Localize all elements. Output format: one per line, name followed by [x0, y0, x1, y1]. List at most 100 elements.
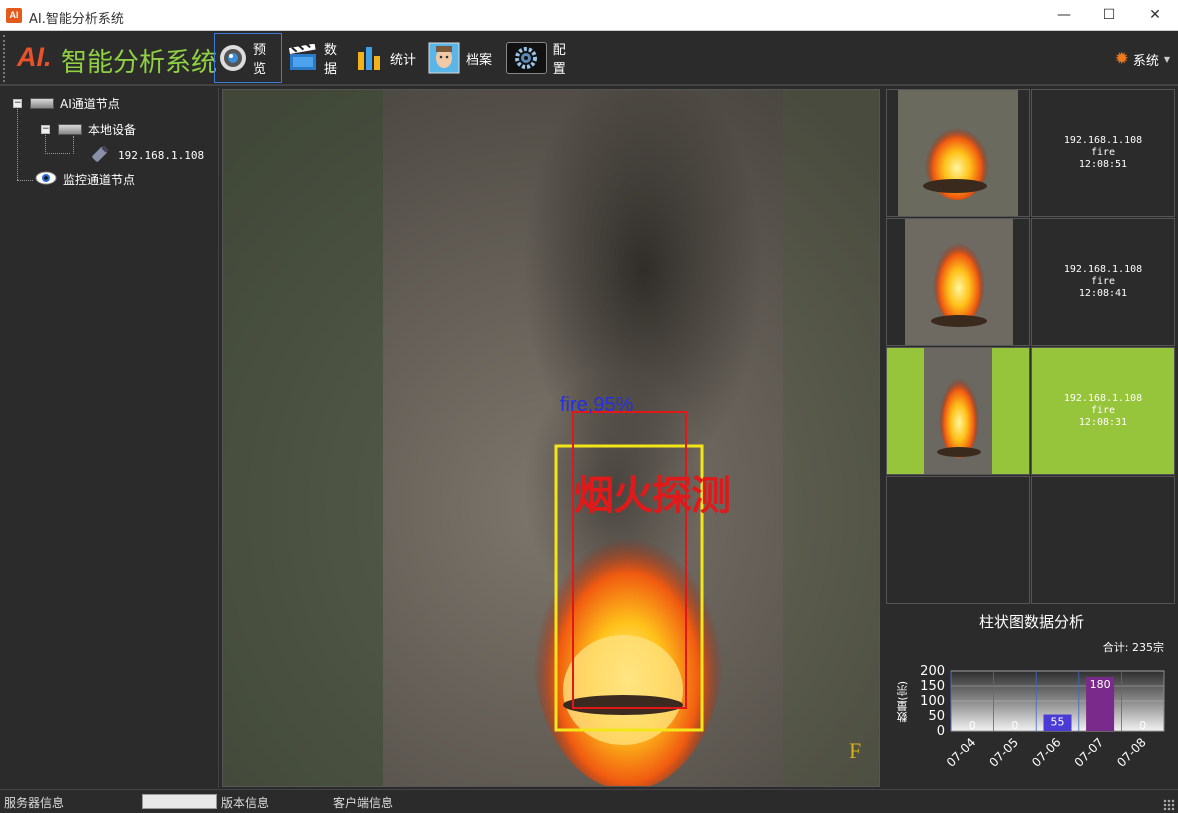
bar-value-label: 0: [1011, 719, 1018, 732]
y-axis-label: 数量(宗): [896, 681, 909, 723]
statistics-button[interactable]: 统计: [350, 33, 420, 83]
logo-mark: AI.: [17, 42, 52, 72]
alarm-type: fire: [1090, 276, 1116, 287]
tree-node-camera[interactable]: 192.168.1.108: [89, 143, 204, 168]
data-label: 数据: [324, 43, 338, 77]
clapperboard-icon: [288, 43, 318, 73]
smoke-fire-detection-overlay: 烟火探测: [574, 473, 731, 519]
tree-node-ai-channel[interactable]: − AI通道节点: [13, 95, 120, 112]
chevron-down-icon: ▼: [1163, 54, 1170, 64]
x-tick-label: 07-05: [986, 735, 1021, 770]
client-info: 客户端信息: [333, 796, 394, 810]
alarm-time: 12:08:51: [1078, 159, 1128, 170]
gear-icon: [506, 42, 547, 74]
video-preview[interactable]: fire,95% 烟火探测 F: [222, 89, 880, 787]
version-info: 版本信息: [221, 796, 270, 810]
preview-button[interactable]: 预览: [214, 33, 282, 83]
maximize-button[interactable]: ☐: [1086, 0, 1132, 31]
channel-tree: − AI通道节点 − 本地设备 192.168.1.108 监控通道节点: [0, 88, 219, 788]
alarm-ip: 192.168.1.108: [1063, 135, 1143, 146]
tree-node-label: 监控通道节点: [63, 173, 136, 187]
config-label: 配置: [552, 43, 566, 77]
alarm-thumbnails: 192.168.1.108 fire 12:08:51 192.168.1.10…: [885, 89, 1178, 605]
toolbar: AI. 智能分析系统 预览 数据 统计 档案 配置 ✹ 系统 ▼: [0, 31, 1178, 86]
server-icon: [58, 124, 82, 135]
system-label: 系统: [1132, 53, 1159, 69]
fire-thumbnail: [905, 219, 1013, 345]
alarm-info: 192.168.1.108 fire 12:08:51: [1064, 135, 1142, 171]
window-title: AI.智能分析系统: [29, 12, 124, 27]
app-icon: AI: [6, 8, 22, 23]
thumbnail-image-cell[interactable]: [886, 347, 1030, 475]
status-progress-field: [142, 794, 217, 809]
resize-grip[interactable]: [1163, 799, 1175, 811]
bar-value-label: 180: [1090, 678, 1111, 691]
config-button[interactable]: 配置: [502, 33, 582, 83]
alarm-time: 12:08:31: [1078, 417, 1128, 428]
toolbar-grip[interactable]: [3, 35, 5, 82]
sun-gear-icon: ✹: [1114, 49, 1129, 69]
alarm-info: 192.168.1.108 fire 12:08:31: [1064, 393, 1142, 429]
tree-node-label: 本地设备: [88, 123, 137, 137]
eye-icon: [35, 170, 57, 189]
empty-thumbnail-cell[interactable]: [886, 476, 1030, 604]
status-bar: 服务器信息 版本信息 客户端信息: [0, 789, 1178, 813]
server-info: 服务器信息: [4, 796, 65, 810]
system-menu[interactable]: ✹ 系统 ▼: [1115, 49, 1170, 69]
alarm-type: fire: [1090, 405, 1116, 416]
x-tick-label: 07-04: [944, 735, 979, 770]
face-profile-icon: [428, 42, 460, 74]
minimize-button[interactable]: —: [1041, 0, 1087, 31]
title-bar: AI AI.智能分析系统 — ☐ ✕: [0, 0, 1178, 31]
thumbnail-image-cell[interactable]: [886, 218, 1030, 346]
camera-lens-icon: [219, 43, 247, 73]
collapse-toggle[interactable]: −: [41, 125, 50, 134]
alarm-ip: 192.168.1.108: [1063, 264, 1143, 275]
bar-value-label: 55: [1051, 716, 1065, 729]
y-tick-label: 50: [928, 709, 945, 724]
x-tick-label: 07-06: [1029, 735, 1064, 770]
alarm-info: 192.168.1.108 fire 12:08:41: [1064, 264, 1142, 300]
y-tick-label: 0: [937, 724, 945, 739]
bar-value-label: 0: [1139, 719, 1146, 732]
tree-line: [45, 153, 70, 154]
tree-line: [73, 136, 74, 154]
data-button[interactable]: 数据: [284, 33, 348, 83]
y-tick-label: 100: [920, 694, 945, 709]
alarm-info-cell[interactable]: 192.168.1.108 fire 12:08:51: [1031, 89, 1175, 217]
corner-mark: F: [849, 738, 862, 763]
tree-node-label: AI通道节点: [60, 97, 120, 111]
alarm-info-cell[interactable]: 192.168.1.108 fire 12:08:31: [1031, 347, 1175, 475]
fire-thumbnail: [898, 90, 1018, 216]
tree-node-local-device[interactable]: − 本地设备: [41, 121, 136, 138]
x-tick-label: 07-08: [1114, 735, 1149, 770]
app-logo-title: 智能分析系统: [61, 48, 218, 78]
bar-chart-icon: [354, 43, 384, 73]
alarm-time: 12:08:41: [1078, 288, 1128, 299]
alarm-info-cell[interactable]: 192.168.1.108 fire 12:08:41: [1031, 218, 1175, 346]
collapse-toggle[interactable]: −: [13, 99, 22, 108]
alarm-type: fire: [1090, 147, 1116, 158]
fire-scene-image: [223, 90, 879, 786]
x-tick-label: 07-07: [1072, 735, 1107, 770]
camera-icon: [89, 143, 111, 168]
archive-label: 档案: [466, 52, 493, 68]
y-tick-label: 150: [920, 679, 945, 694]
tree-node-monitor-channel[interactable]: 监控通道节点: [35, 170, 135, 189]
detection-label: fire,95%: [560, 394, 634, 416]
tree-line: [17, 180, 33, 181]
bar-chart-panel: 柱状图数据分析 合计: 235宗 0 50 100 150 200 0 07-04 0 07-0…: [885, 605, 1178, 788]
close-button[interactable]: ✕: [1132, 0, 1178, 31]
camera-ip-label: 192.168.1.108: [118, 149, 205, 162]
server-icon: [30, 98, 54, 109]
alarm-ip: 192.168.1.108: [1063, 393, 1143, 404]
tree-line: [17, 106, 18, 180]
y-tick-label: 200: [920, 664, 945, 679]
empty-info-cell[interactable]: [1031, 476, 1175, 604]
statistics-label: 统计: [389, 52, 416, 68]
thumbnail-image-cell[interactable]: [886, 89, 1030, 217]
archive-button[interactable]: 档案: [424, 33, 496, 83]
preview-label: 预览: [253, 43, 267, 77]
bar-value-label: 0: [969, 719, 976, 732]
fire-thumbnail: [924, 348, 992, 474]
